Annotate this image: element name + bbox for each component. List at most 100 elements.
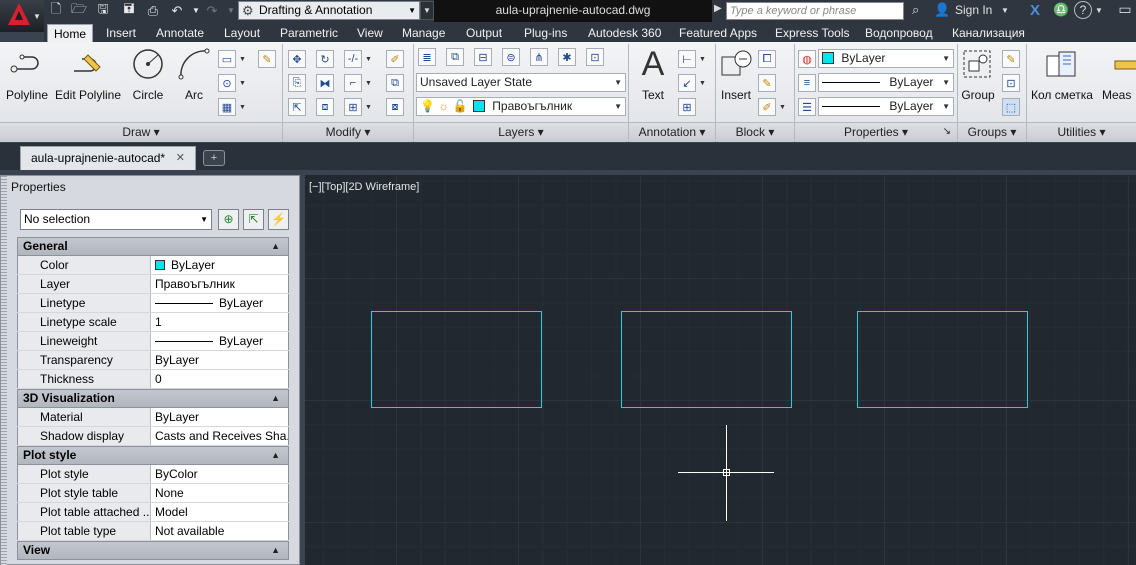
layer-properties-icon[interactable]: ≣ xyxy=(418,48,436,66)
eraser-icon[interactable]: ✎ xyxy=(258,50,276,68)
layer-select[interactable]: 💡 ☼ 🔓 Правоъгълник ▼ xyxy=(416,97,626,116)
viewport-controls[interactable]: [−][Top][2D Wireframe] xyxy=(309,181,419,193)
exchange-apps-icon[interactable]: X xyxy=(1030,2,1048,20)
tab-kanalizatsia[interactable]: Канализация xyxy=(946,24,1031,42)
quick-select-icon[interactable]: ⚡ xyxy=(268,209,289,230)
property-value[interactable]: Model xyxy=(151,503,289,521)
collapse-icon[interactable]: ▲ xyxy=(271,390,280,407)
help-icon[interactable]: ? xyxy=(1074,1,1092,19)
close-icon[interactable]: ✕ xyxy=(176,147,185,170)
select-objects-icon[interactable]: ⇱ xyxy=(243,209,264,230)
layer-freeze-icon[interactable]: ✱ xyxy=(558,48,576,66)
workspace-selector[interactable]: ⚙ Drafting & Annotation ▼ xyxy=(238,1,420,20)
pencil-icon[interactable]: ✐ xyxy=(386,50,404,68)
property-row[interactable]: Lineweight ByLayer xyxy=(17,332,289,351)
property-row[interactable]: Material ByLayer xyxy=(17,408,289,427)
property-row[interactable]: Plot table attached ... Model xyxy=(17,503,289,522)
tab-plug-ins[interactable]: Plug-ins xyxy=(518,24,573,42)
print-icon[interactable]: ⎙ xyxy=(144,2,162,19)
tab-autodesk-360[interactable]: Autodesk 360 xyxy=(582,24,667,42)
expand-arrow-icon[interactable]: ▶ xyxy=(714,3,722,14)
linetype-select[interactable]: ByLayer ▼ xyxy=(818,73,954,92)
tab-vodoprovod[interactable]: Водопровод xyxy=(859,24,939,42)
drawing-canvas[interactable]: [−][Top][2D Wireframe] xyxy=(305,175,1136,565)
property-value[interactable]: None xyxy=(151,484,289,502)
search-input[interactable]: Type a keyword or phrase xyxy=(726,2,904,20)
groups-panel-title[interactable]: Groups ▾ xyxy=(958,122,1026,142)
autodesk360-icon[interactable]: ♎ xyxy=(1053,2,1069,18)
edit-polyline-button[interactable]: Edit Polyline xyxy=(54,46,122,102)
rectangle-icon[interactable]: ▭ xyxy=(218,50,236,68)
edit-attributes-icon[interactable]: ✐ xyxy=(758,98,776,116)
application-menu-button[interactable]: ▼ xyxy=(0,0,44,32)
rotate-icon[interactable]: ↻ xyxy=(316,50,334,68)
sign-in-chevron-icon[interactable]: ▼ xyxy=(1001,6,1009,15)
explode-icon[interactable]: ⧉ xyxy=(386,74,404,92)
rectangle-dropdown-icon[interactable]: ▼ xyxy=(238,50,247,68)
dialog-launcher-icon[interactable]: ↘ xyxy=(943,123,951,141)
group-selection-icon[interactable]: ⬚ xyxy=(1002,98,1020,116)
collapse-icon[interactable]: ▲ xyxy=(271,447,280,464)
tab-insert[interactable]: Insert xyxy=(100,24,142,42)
binoculars-search-icon[interactable]: ⌕ xyxy=(912,2,919,18)
open-file-icon[interactable]: 🗁 xyxy=(70,1,88,19)
mirror-icon[interactable]: ⧓ xyxy=(316,74,334,92)
utilities-panel-title[interactable]: Utilities ▾ xyxy=(1027,122,1136,142)
tab-featured-apps[interactable]: Featured Apps xyxy=(673,24,763,42)
property-value[interactable]: 1 xyxy=(151,313,289,331)
redo-icon[interactable]: ↷ xyxy=(203,2,221,19)
region-dropdown-icon[interactable]: ▼ xyxy=(238,98,247,116)
property-value[interactable]: ByLayer xyxy=(151,351,289,369)
dimension-dropdown-icon[interactable]: ▼ xyxy=(698,50,707,68)
property-row[interactable]: Layer Правоъгълник xyxy=(17,275,289,294)
region-icon[interactable]: ▦ xyxy=(218,98,236,116)
layer-stack-icon[interactable]: ⧉ xyxy=(446,48,464,66)
measure-button[interactable]: Meas xyxy=(1102,46,1136,102)
minimize-window-button[interactable]: ▭ xyxy=(1114,1,1136,19)
fillet-icon[interactable]: ⌐ xyxy=(344,74,362,92)
save-as-icon[interactable]: 🖬 xyxy=(120,1,138,19)
trim-icon[interactable]: -/- xyxy=(344,50,362,68)
circle-button[interactable]: Circle xyxy=(128,46,168,102)
table-icon[interactable]: ⊞ xyxy=(678,98,696,116)
edit-block-icon[interactable]: ✎ xyxy=(758,74,776,92)
property-value[interactable]: ByLayer xyxy=(151,256,289,274)
tab-output[interactable]: Output xyxy=(460,24,508,42)
new-drawing-tab-button[interactable]: + xyxy=(203,150,225,166)
section-general[interactable]: General ▲ xyxy=(17,237,289,256)
drawn-rectangle[interactable] xyxy=(371,311,542,408)
create-block-icon[interactable]: ⧠ xyxy=(758,50,776,68)
tab-annotate[interactable]: Annotate xyxy=(150,24,210,42)
collapse-icon[interactable]: ▲ xyxy=(271,238,280,255)
layers-panel-title[interactable]: Layers ▾ xyxy=(414,122,628,142)
draw-panel-title[interactable]: Draw ▾ xyxy=(0,122,282,142)
layer-state-select[interactable]: Unsaved Layer State ▼ xyxy=(416,73,626,92)
property-value[interactable]: 0 xyxy=(151,370,289,388)
properties-panel-title[interactable]: Properties ▾ ↘ xyxy=(795,122,957,142)
property-value[interactable]: ByLayer xyxy=(151,408,289,426)
section-3d-visualization[interactable]: 3D Visualization ▲ xyxy=(17,389,289,408)
dimension-icon[interactable]: ⊢ xyxy=(678,50,696,68)
color-select[interactable]: ByLayer ▼ xyxy=(818,49,954,68)
property-row[interactable]: Linetype scale 1 xyxy=(17,313,289,332)
tab-manage[interactable]: Manage xyxy=(396,24,451,42)
save-icon[interactable]: 🖫 xyxy=(94,1,112,19)
palette-grip-handle[interactable] xyxy=(1,176,7,565)
sign-in-button[interactable]: Sign In xyxy=(955,3,992,17)
polyline-button[interactable]: Polyline xyxy=(4,46,50,102)
scale-icon[interactable]: ⧈ xyxy=(316,98,334,116)
modify-panel-title[interactable]: Modify ▾ xyxy=(283,122,413,142)
lineweight-select[interactable]: ByLayer ▼ xyxy=(818,97,954,116)
text-button[interactable]: A Text xyxy=(634,45,672,103)
undo-icon[interactable]: ↶ xyxy=(168,2,186,19)
linetype-icon[interactable]: ☰ xyxy=(798,98,816,116)
fillet-dropdown-icon[interactable]: ▼ xyxy=(364,74,373,92)
layer-lock-icon[interactable]: ⊡ xyxy=(586,48,604,66)
property-row[interactable]: Transparency ByLayer xyxy=(17,351,289,370)
layer-walk-icon[interactable]: ⋔ xyxy=(530,48,548,66)
arc-button[interactable]: Arc xyxy=(176,46,212,102)
match-properties-icon[interactable]: ◍ xyxy=(798,50,816,68)
property-value[interactable]: Правоъгълник xyxy=(151,275,289,293)
group-button[interactable]: Group xyxy=(960,46,996,102)
property-row[interactable]: Color ByLayer xyxy=(17,256,289,275)
